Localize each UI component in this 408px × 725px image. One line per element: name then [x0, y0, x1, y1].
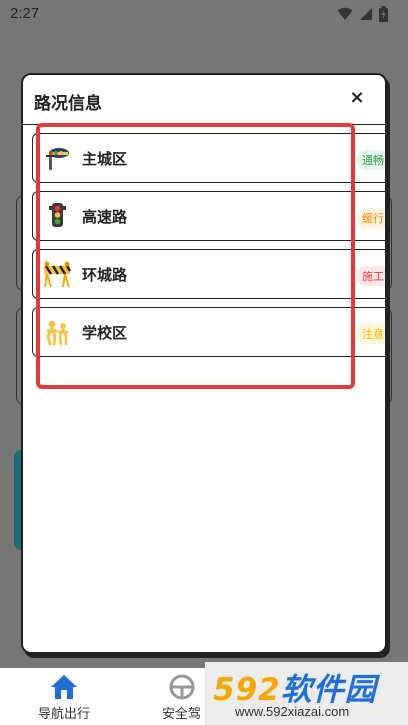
status-icons [337, 6, 388, 22]
nav-item-navigation[interactable]: 导航出行 [38, 673, 90, 722]
traffic-police-icon [46, 148, 69, 170]
road-item-highway[interactable]: 高速路 缓行 [32, 191, 385, 241]
watermark: 592软件园 www.592xiazai.com [205, 662, 408, 725]
steering-wheel-icon [169, 674, 194, 700]
status-badge: 注意 [357, 324, 385, 344]
status-badge: 缓行 [357, 208, 385, 228]
battery-icon [379, 6, 388, 22]
road-item-name: 环城路 [82, 266, 128, 284]
school-children-icon [46, 320, 69, 346]
dialog-header: 路况信息 × [23, 75, 385, 125]
road-item-name: 主城区 [82, 150, 128, 168]
road-list: 主城区 通畅 高速路 缓行 环城路 施工 学校区 注意 [32, 133, 385, 365]
home-icon [51, 675, 77, 699]
watermark-logo: 592软件园 [213, 672, 377, 708]
status-badge: 通畅 [357, 150, 385, 170]
status-time: 2:27 [10, 5, 40, 22]
road-item-ring-road[interactable]: 环城路 施工 [32, 249, 385, 299]
traffic-light-icon [49, 203, 66, 227]
nav-item-label: 安全驾 [162, 707, 202, 722]
watermark-url: www.592xiazai.com [235, 704, 350, 719]
dialog-title: 路况信息 [34, 94, 102, 114]
status-bar: 2:27 [0, 0, 408, 30]
road-info-dialog: 路况信息 × 主城区 通畅 高速路 缓行 环城路 施工 学校区 注意 [21, 73, 387, 654]
construction-barrier-icon [44, 261, 71, 288]
nav-item-label: 导航出行 [38, 707, 91, 722]
road-item-main-city[interactable]: 主城区 通畅 [32, 133, 385, 183]
road-item-name: 学校区 [82, 324, 128, 342]
close-button[interactable]: × [345, 87, 369, 111]
wifi-icon [337, 7, 353, 20]
signal-icon [360, 8, 372, 20]
nav-item-safe-driving[interactable]: 安全驾 [162, 673, 201, 722]
road-item-school-zone[interactable]: 学校区 注意 [32, 307, 385, 357]
road-item-name: 高速路 [82, 208, 128, 226]
status-badge: 施工 [357, 266, 385, 286]
